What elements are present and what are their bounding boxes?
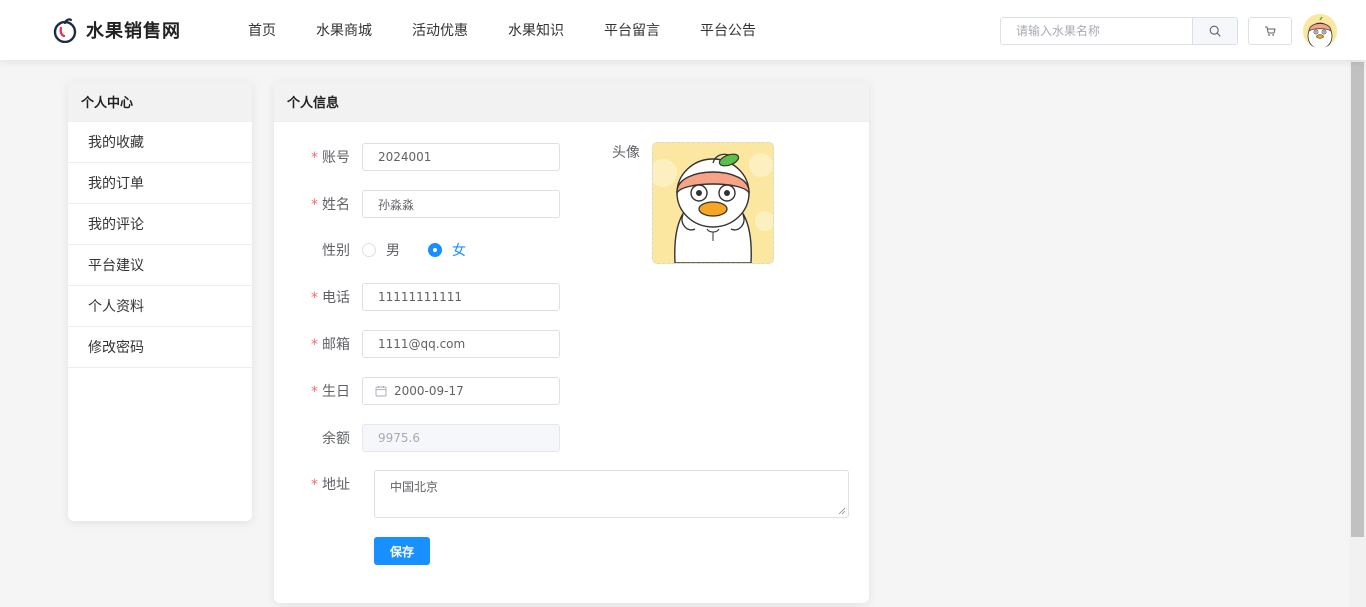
sidebar-item-orders[interactable]: 我的订单 — [68, 163, 252, 204]
sidebar-item-suggestions[interactable]: 平台建议 — [68, 245, 252, 286]
name-label-text: 姓名 — [322, 197, 350, 213]
account-label-text: 账号 — [322, 150, 350, 166]
gender-radio-female[interactable]: 女 — [428, 240, 466, 260]
name-input[interactable]: 孙淼淼 — [362, 190, 560, 218]
balance-row: 余额 9975.6 — [274, 424, 560, 452]
required-mark: * — [311, 337, 318, 353]
fruit-logo-icon — [53, 18, 77, 43]
required-mark: * — [311, 197, 318, 213]
search-input[interactable] — [1001, 18, 1193, 44]
gender-option-female: 女 — [452, 243, 466, 259]
search-button[interactable] — [1192, 18, 1237, 44]
required-mark: * — [311, 290, 318, 306]
page-scrollbar[interactable] — [1349, 60, 1366, 607]
sidebar-item-favorites[interactable]: 我的收藏 — [68, 122, 252, 163]
gender-row: 性别 男 女 — [274, 236, 494, 264]
required-mark: * — [311, 384, 318, 400]
address-value: 中国北京 — [390, 480, 439, 494]
brand-logo[interactable]: 水果销售网 — [52, 16, 181, 44]
calendar-icon — [375, 386, 387, 397]
account-input[interactable]: 2024001 — [362, 143, 560, 171]
address-textarea[interactable]: 中国北京 — [374, 470, 849, 518]
account-row: * 账号 2024001 — [274, 143, 560, 171]
email-input[interactable]: 1111@qq.com — [362, 330, 560, 358]
birthday-row: * 生日 2000-09-17 — [274, 377, 560, 405]
avatar-label: 头像 — [612, 145, 640, 161]
address-row: * 地址 — [274, 470, 362, 498]
phone-input[interactable]: 11111111111 — [362, 283, 560, 311]
balance-input: 9975.6 — [362, 424, 560, 452]
birthday-label: * 生日 — [274, 381, 362, 401]
sidebar-item-change-password[interactable]: 修改密码 — [68, 327, 252, 368]
nav-announcements[interactable]: 平台公告 — [700, 20, 756, 40]
nav-promotions[interactable]: 活动优惠 — [412, 20, 468, 40]
nav-fruit-mall[interactable]: 水果商城 — [316, 20, 372, 40]
sidebar-item-comments[interactable]: 我的评论 — [68, 204, 252, 245]
address-label-text: 地址 — [322, 477, 350, 493]
phone-label-text: 电话 — [322, 290, 350, 306]
gender-radio-male[interactable]: 男 — [362, 240, 400, 260]
sidebar-title: 个人中心 — [68, 81, 252, 122]
required-mark: * — [311, 477, 318, 493]
phone-label: * 电话 — [274, 287, 362, 307]
search-box — [1000, 17, 1238, 45]
avatar-upload[interactable] — [652, 142, 774, 264]
email-label-text: 邮箱 — [322, 337, 350, 353]
birthday-label-text: 生日 — [322, 384, 350, 400]
cart-button[interactable] — [1248, 17, 1292, 45]
nav-message-board[interactable]: 平台留言 — [604, 20, 660, 40]
sidebar: 个人中心 我的收藏 我的订单 我的评论 平台建议 个人资料 修改密码 — [68, 81, 252, 521]
profile-panel: 个人信息 * 账号 2024001 * 姓名 孙淼淼 性别 男 女 * 电话 1111… — [274, 81, 869, 603]
name-row: * 姓名 孙淼淼 — [274, 190, 560, 218]
birthday-value: 2000-09-17 — [394, 384, 464, 398]
name-label: * 姓名 — [274, 194, 362, 214]
search-icon — [1209, 25, 1221, 37]
main-nav: 首页 水果商城 活动优惠 水果知识 平台留言 平台公告 — [248, 0, 796, 60]
phone-row: * 电话 11111111111 — [274, 283, 560, 311]
cart-icon — [1265, 26, 1276, 36]
duck-avatar-icon — [1303, 14, 1337, 48]
radio-circle[interactable] — [362, 243, 376, 257]
gender-option-male: 男 — [386, 243, 400, 259]
profile-panel-title: 个人信息 — [274, 81, 869, 122]
gender-label: 性别 — [322, 243, 350, 259]
resize-handle-icon[interactable] — [838, 507, 846, 515]
radio-circle-checked[interactable] — [428, 243, 442, 257]
brand-name: 水果销售网 — [86, 21, 181, 42]
required-mark: * — [311, 150, 318, 166]
balance-label: 余额 — [322, 431, 350, 447]
account-label: * 账号 — [274, 147, 362, 167]
scrollbar-thumb[interactable] — [1351, 62, 1364, 537]
nav-home[interactable]: 首页 — [248, 20, 276, 40]
email-row: * 邮箱 1111@qq.com — [274, 330, 560, 358]
duck-avatar-icon — [653, 143, 773, 263]
top-header: 水果销售网 首页 水果商城 活动优惠 水果知识 平台留言 平台公告 — [0, 0, 1366, 60]
email-label: * 邮箱 — [274, 334, 362, 354]
sidebar-item-profile[interactable]: 个人资料 — [68, 286, 252, 327]
save-button[interactable]: 保存 — [374, 537, 430, 565]
address-label: * 地址 — [274, 474, 362, 494]
nav-fruit-knowledge[interactable]: 水果知识 — [508, 20, 564, 40]
birthday-date-picker[interactable]: 2000-09-17 — [362, 377, 560, 405]
user-avatar[interactable] — [1303, 14, 1337, 48]
